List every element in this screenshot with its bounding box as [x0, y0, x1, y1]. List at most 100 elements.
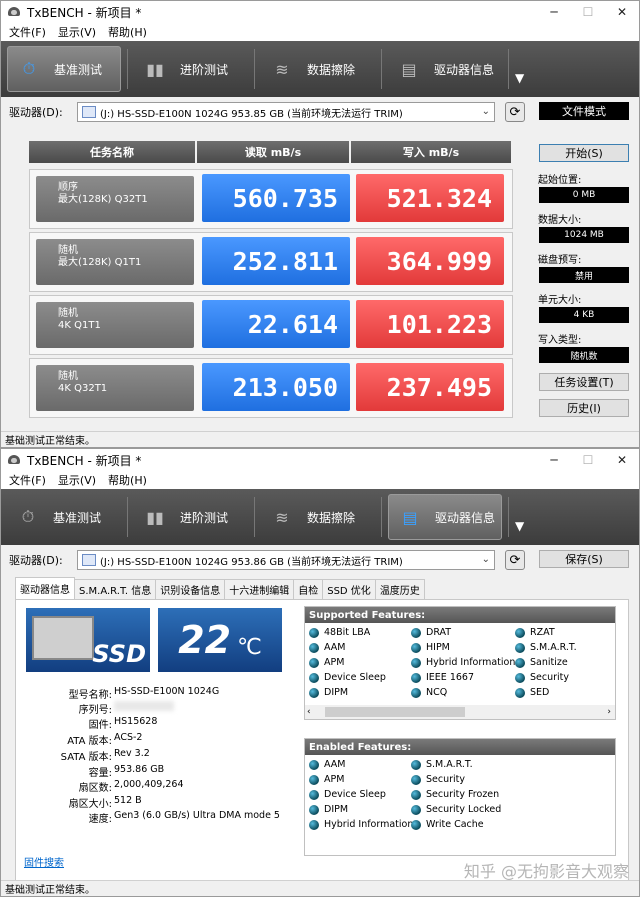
features-scrollbar[interactable]: ‹ › — [305, 705, 615, 719]
tab-benchmark[interactable]: ⏱ 基准测试 — [7, 494, 121, 540]
toolbar: ⏱ 基准测试 ▮▮ 进阶测试 ≋ 数据擦除 ▤ 驱动器信息 ▼ — [1, 489, 639, 545]
drive-info-panel: SSD 22 ℃ 型号名称: 序列号: 固件: ATA 版本: SATA 版本:… — [15, 599, 629, 881]
tab-identify[interactable]: 识别设备信息 — [155, 579, 226, 599]
watermark: 知乎 @无拘影音大观察 — [463, 862, 629, 881]
drive-select[interactable]: (J:) HS-SSD-E100N 1024G 953.86 GB (当前环境无… — [77, 550, 495, 570]
tab-drive-information[interactable]: 驱动器信息 — [15, 577, 75, 599]
supported-features-box: Supported Features: 48Bit LBA DRAT RZAT … — [304, 606, 616, 720]
feature-dot-icon — [309, 627, 319, 638]
tab-drive-info-label: 驱动器信息 — [434, 62, 495, 77]
feature-dot-icon — [515, 687, 525, 698]
write-type-label: 写入类型: — [538, 335, 582, 346]
tab-erase[interactable]: ≋ 数据擦除 — [261, 46, 375, 92]
write-type-value[interactable]: 随机数 — [539, 347, 629, 363]
menu-file[interactable]: 文件(F) — [9, 24, 46, 40]
tab-advanced[interactable]: ▮▮ 进阶测试 — [134, 494, 248, 540]
tab-advanced[interactable]: ▮▮ 进阶测试 — [134, 46, 248, 92]
save-button[interactable]: 保存(S) — [539, 550, 629, 568]
toolbar: ⏱ 基准测试 ▮▮ 进阶测试 ≋ 数据擦除 ▤ 驱动器信息 ▼ — [1, 41, 639, 97]
minimize-icon[interactable]: ─ — [537, 449, 571, 471]
txbench-window-benchmark: TxBENCH - 新项目 * ─ ☐ ✕ 文件(F) 显示(V) 帮助(H) … — [0, 0, 640, 448]
feature-dot-icon — [411, 627, 421, 638]
app-icon — [7, 453, 21, 467]
ssd-drive-icon — [32, 616, 94, 660]
firmware-search-link[interactable]: 固件搜索 — [24, 854, 64, 869]
task-name-button[interactable]: 随机 4K Q1T1 — [36, 302, 194, 348]
task-name-line1: 随机 — [58, 245, 78, 256]
tab-self-test[interactable]: 自检 — [293, 579, 324, 599]
unit-size-value[interactable]: 4 KB — [539, 307, 629, 323]
tab-erase[interactable]: ≋ 数据擦除 — [261, 494, 375, 540]
eraser-icon: ≋ — [275, 507, 289, 527]
toolbar-overflow-icon[interactable]: ▼ — [515, 71, 524, 85]
feature-dot-icon — [411, 804, 421, 815]
menu-view[interactable]: 显示(V) — [58, 472, 96, 488]
unit-size-label: 单元大小: — [538, 295, 582, 306]
task-name-button[interactable]: 随机 最大(128K) Q1T1 — [36, 239, 194, 285]
scroll-right-icon[interactable]: › — [607, 707, 611, 717]
ssd-badge: SSD — [92, 640, 146, 668]
task-settings-button[interactable]: 任务设置(T) — [539, 373, 629, 391]
feature-item: S.M.A.R.T. — [411, 759, 473, 770]
info-key: 型号名称: — [68, 690, 112, 701]
menu-help[interactable]: 帮助(H) — [108, 24, 147, 40]
file-mode-button[interactable]: 文件模式 — [539, 102, 629, 120]
menu-help[interactable]: 帮助(H) — [108, 472, 147, 488]
minimize-icon[interactable]: ─ — [537, 1, 571, 23]
result-row: 随机 4K Q32T1 213.050 237.495 — [29, 358, 513, 418]
drive-info-icon: ▤ — [401, 59, 417, 79]
tab-drive-info[interactable]: ▤ 驱动器信息 — [388, 46, 502, 92]
tab-drive-info[interactable]: ▤ 驱动器信息 — [388, 494, 502, 540]
start-position-label: 起始位置: — [538, 175, 582, 186]
close-icon[interactable]: ✕ — [605, 1, 639, 23]
refresh-icon[interactable]: ⟳ — [505, 550, 525, 570]
eraser-icon: ≋ — [275, 59, 289, 79]
task-name-button[interactable]: 随机 4K Q32T1 — [36, 365, 194, 411]
task-name-line2: 4K Q32T1 — [58, 383, 108, 394]
toolbar-overflow-icon[interactable]: ▼ — [515, 519, 524, 533]
feature-dot-icon — [411, 672, 421, 683]
close-icon[interactable]: ✕ — [605, 449, 639, 471]
info-key: 速度: — [88, 814, 112, 825]
sectors-value: 2,000,409,264 — [114, 779, 184, 790]
info-key: 容量: — [88, 768, 112, 779]
drive-select[interactable]: (J:) HS-SSD-E100N 1024G 953.85 GB (当前环境无… — [77, 102, 495, 122]
header-write: 写入 mB/s — [351, 141, 511, 163]
tab-hex-edit[interactable]: 十六进制编辑 — [224, 579, 295, 599]
data-size-value[interactable]: 1024 MB — [539, 227, 629, 243]
maximize-icon[interactable]: ☐ — [571, 1, 605, 23]
ata-version-value: ACS-2 — [114, 732, 143, 743]
window-title: TxBENCH - 新项目 * — [27, 453, 142, 468]
prewrite-value[interactable]: 禁用 — [539, 267, 629, 283]
feature-item: SED — [515, 687, 549, 698]
menu-file[interactable]: 文件(F) — [9, 472, 46, 488]
serial-redacted — [114, 701, 174, 711]
feature-item: APM — [309, 774, 344, 785]
tab-erase-label: 数据擦除 — [307, 62, 356, 77]
maximize-icon[interactable]: ☐ — [571, 449, 605, 471]
tab-benchmark-label: 基准测试 — [54, 62, 103, 77]
drive-info-icon: ▤ — [402, 507, 418, 527]
menu-view[interactable]: 显示(V) — [58, 24, 96, 40]
feature-dot-icon — [515, 657, 525, 668]
refresh-icon[interactable]: ⟳ — [505, 102, 525, 122]
tab-benchmark[interactable]: ⏱ 基准测试 — [7, 46, 121, 92]
tab-drive-info-label: 驱动器信息 — [435, 510, 496, 525]
tab-temp-history[interactable]: 温度历史 — [374, 579, 425, 599]
start-position-value[interactable]: 0 MB — [539, 187, 629, 203]
scroll-left-icon[interactable]: ‹ — [307, 707, 311, 717]
task-name-button[interactable]: 顺序 最大(128K) Q32T1 — [36, 176, 194, 222]
enabled-features-title: Enabled Features: — [305, 739, 615, 755]
scroll-thumb[interactable] — [324, 707, 465, 717]
feature-dot-icon — [309, 687, 319, 698]
feature-item: NCQ — [411, 687, 447, 698]
tab-ssd-optimize[interactable]: SSD 优化 — [322, 579, 376, 599]
feature-dot-icon — [411, 642, 421, 653]
feature-dot-icon — [309, 672, 319, 683]
read-value: 252.811 — [202, 237, 350, 285]
drive-label: 驱动器(D): — [9, 554, 63, 567]
start-button[interactable]: 开始(S) — [539, 144, 629, 162]
tab-smart[interactable]: S.M.A.R.T. 信息 — [74, 579, 157, 599]
history-button[interactable]: 历史(I) — [539, 399, 629, 417]
chevron-down-icon: ⌄ — [481, 106, 490, 117]
